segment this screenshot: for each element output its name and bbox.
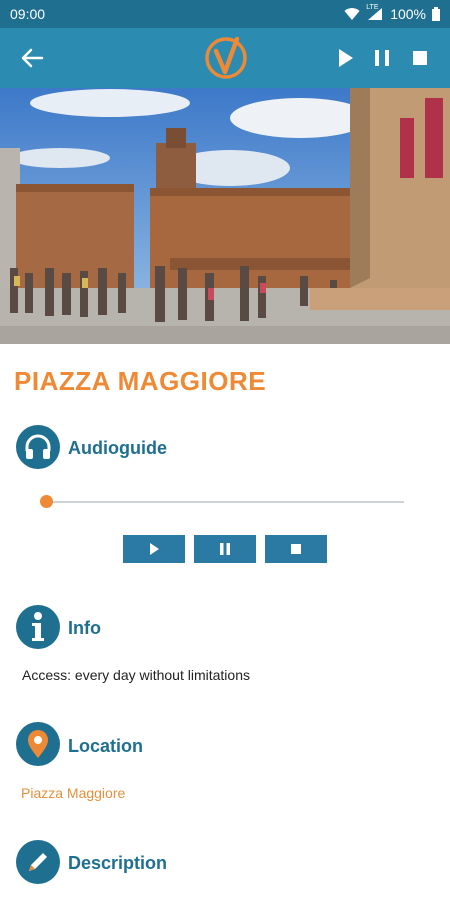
status-right: LTE 100% <box>344 4 440 22</box>
piazza-photo <box>0 88 450 344</box>
status-bar: 09:00 LTE 100% <box>0 0 450 28</box>
audioguide-label: Audioguide <box>68 438 167 458</box>
arrow-left-icon[interactable] <box>18 44 46 72</box>
pause-icon <box>220 543 230 555</box>
network-icon: LTE <box>366 4 384 21</box>
description-label: Description <box>68 853 168 873</box>
battery-percent: 100% <box>390 6 426 22</box>
stop-icon <box>291 544 301 554</box>
audio-progress-track[interactable] <box>46 501 404 503</box>
location-label: Location <box>68 736 143 756</box>
audio-progress-thumb[interactable] <box>40 495 53 508</box>
stop-icon[interactable] <box>408 46 432 70</box>
audio-stop-button[interactable] <box>265 535 327 563</box>
play-icon[interactable] <box>334 46 358 70</box>
battery-icon <box>432 7 440 21</box>
check-logo <box>205 36 247 79</box>
status-time: 09:00 <box>10 6 46 22</box>
info-text: Access: every day without limitations <box>22 667 250 683</box>
page-title: PIAZZA MAGGIORE <box>14 366 267 396</box>
pencil-icon <box>16 840 60 884</box>
audio-play-button[interactable] <box>123 535 185 563</box>
location-text[interactable]: Piazza Maggiore <box>21 785 125 801</box>
play-icon <box>150 543 159 555</box>
app-bar <box>0 28 450 88</box>
info-icon <box>16 605 60 649</box>
wifi-icon <box>344 8 360 20</box>
headphones-icon <box>16 425 60 469</box>
info-label: Info <box>68 618 101 638</box>
pause-icon[interactable] <box>370 46 394 70</box>
audio-pause-button[interactable] <box>194 535 256 563</box>
location-pin-icon <box>16 722 60 766</box>
